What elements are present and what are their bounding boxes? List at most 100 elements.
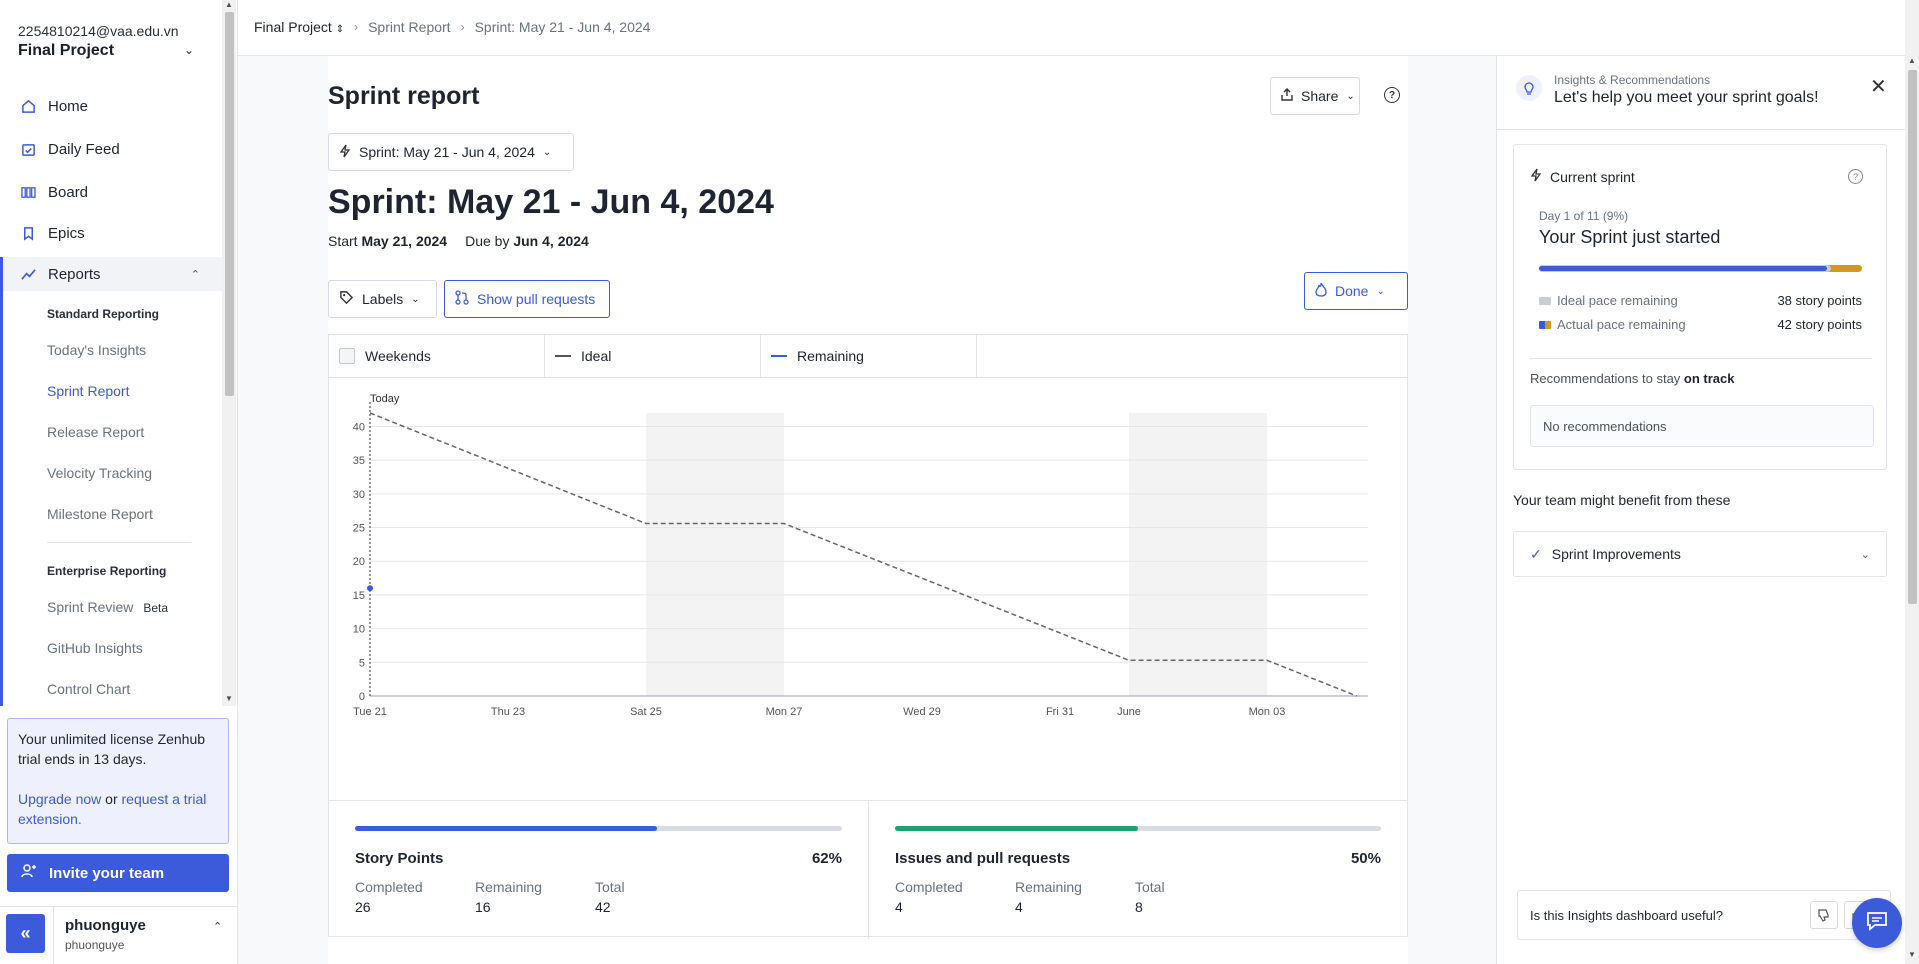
check-icon: ✓ <box>1530 545 1542 562</box>
progress-fill <box>355 826 657 831</box>
y-tick-label: 40 <box>353 421 365 433</box>
y-tick-label: 20 <box>353 556 365 568</box>
sidebar-item-control-chart[interactable]: Control Chart <box>47 681 130 697</box>
rec-title-emphasis: on track <box>1683 371 1735 386</box>
sidebar-item-label: Home <box>48 97 89 115</box>
sidebar-item-github-insights[interactable]: GitHub Insights <box>47 640 143 656</box>
sidebar-scrollbar[interactable]: ▲ ▼ <box>222 0 236 706</box>
current-sprint-title: Current sprint <box>1530 168 1635 185</box>
chevron-down-icon: ⌄ <box>411 293 420 305</box>
sidebar-item-todays-insights[interactable]: Today's Insights <box>47 342 146 358</box>
weekends-toggle[interactable]: Weekends <box>329 335 545 377</box>
sprint-heading: Sprint: May 21 - Jun 4, 2024 <box>328 183 774 221</box>
invite-label: Invite your team <box>49 864 165 882</box>
y-tick-label: 10 <box>353 624 365 636</box>
sidebar-item-board[interactable]: Board <box>0 175 222 209</box>
actual-pace-fill <box>1539 266 1827 271</box>
burndown-chart: 0 5 10 15 20 25 30 35 40 Tue 21 Thu 23 Sat 25 Mon 27… <box>353 393 1368 718</box>
lightbulb-icon <box>1515 74 1543 102</box>
sprint-select[interactable]: Sprint: May 21 - Jun 4, 2024 ⌄ <box>328 133 574 171</box>
chevron-down-icon[interactable]: ⌄ <box>184 43 194 57</box>
chevron-down-icon: ⌄ <box>1346 90 1355 102</box>
stat-label: Completed <box>355 879 423 895</box>
page-scrollbar-track <box>1905 0 1919 56</box>
feedback-question: Is this Insights dashboard useful? <box>1530 907 1723 923</box>
stat-value: 16 <box>475 899 491 915</box>
chevron-up-icon[interactable]: ⌃ <box>213 920 222 933</box>
remaining-label: Remaining <box>797 348 864 364</box>
divider <box>47 542 191 543</box>
stat-label: Total <box>595 879 625 895</box>
scroll-down-arrow-icon[interactable]: ▼ <box>1908 950 1916 959</box>
ideal-line-swatch <box>555 355 571 357</box>
invite-team-button[interactable]: Invite your team <box>7 854 229 892</box>
pace-bar <box>1539 265 1862 272</box>
sidebar-item-sprint-review[interactable]: Sprint Review Beta <box>47 599 168 615</box>
ideal-swatch <box>1539 296 1551 305</box>
breadcrumb-project[interactable]: Final Project ⇕ <box>254 19 344 35</box>
breadcrumb-project-label: Final Project <box>254 19 332 35</box>
sidebar-item-epics[interactable]: Epics <box>0 216 222 250</box>
y-tick-label: 35 <box>353 455 365 467</box>
sidebar-item-milestone-report[interactable]: Milestone Report <box>47 506 153 522</box>
trial-notice: Your unlimited license Zenhub trial ends… <box>7 718 229 844</box>
weekend-band <box>646 413 784 696</box>
sidebar-item-label: Daily Feed <box>48 140 120 158</box>
y-tick-label: 15 <box>353 590 365 602</box>
sidebar-item-sprint-report[interactable]: Sprint Report <box>47 383 129 399</box>
beta-badge: Beta <box>143 601 169 615</box>
weekends-checkbox[interactable] <box>339 348 355 364</box>
user-menu[interactable]: « phuonguye phuonguye ⌃ <box>0 906 238 964</box>
stat-value: 4 <box>895 899 903 915</box>
sidebar-item-velocity-tracking[interactable]: Velocity Tracking <box>47 465 152 481</box>
user-name: phuonguye <box>65 917 146 934</box>
stats-row: Story Points 62% Completed 26 Remaining 16 … <box>329 800 1407 939</box>
help-icon[interactable]: ? <box>1384 87 1400 103</box>
thumbs-down-icon[interactable] <box>1810 901 1838 929</box>
collapse-sidebar-button[interactable]: « <box>6 914 45 953</box>
labels-label: Labels <box>362 291 404 307</box>
stat-title: Issues and pull requests <box>895 850 1071 867</box>
chat-icon <box>1866 911 1888 936</box>
pull-request-icon <box>455 290 469 308</box>
sidebar-item-reports[interactable]: Reports ⌃ <box>0 257 222 291</box>
scrollbar-thumb[interactable] <box>1908 70 1917 604</box>
stat-percent: 50% <box>1350 850 1381 867</box>
sort-arrows-icon: ⇕ <box>335 24 345 35</box>
standard-reporting-heading: Standard Reporting <box>47 307 160 321</box>
sidebar-item-home[interactable]: Home <box>0 89 222 123</box>
sidebar-item-release-report[interactable]: Release Report <box>47 424 144 440</box>
y-tick-label: 5 <box>359 657 365 669</box>
done-filter-button[interactable]: Done ⌄ <box>1304 272 1408 310</box>
ideal-legend[interactable]: Ideal <box>545 335 761 377</box>
rec-title-text: Recommendations to stay <box>1530 371 1684 386</box>
sidebar: 2254810214@vaa.edu.vn Final Project ⌄ Ho… <box>0 0 238 964</box>
scroll-down-arrow-icon[interactable]: ▼ <box>225 694 233 703</box>
labels-filter-button[interactable]: Labels ⌄ <box>328 280 437 318</box>
help-icon[interactable]: ? <box>1848 169 1863 184</box>
share-icon <box>1281 88 1293 104</box>
project-switcher[interactable]: Final Project <box>18 42 114 60</box>
sidebar-item-daily-feed[interactable]: Daily Feed <box>0 132 222 166</box>
upgrade-link[interactable]: Upgrade now <box>18 791 101 807</box>
chat-button[interactable] <box>1852 898 1902 948</box>
close-icon[interactable]: ✕ <box>1870 74 1887 99</box>
breadcrumb-bar: Final Project ⇕ › Sprint Report › Sprint… <box>238 0 1919 56</box>
stat-label: Remaining <box>1015 879 1082 895</box>
scroll-up-arrow-icon[interactable]: ▲ <box>1908 56 1916 65</box>
issues-stat: Issues and pull requests 50% Completed 4 R… <box>868 801 1407 939</box>
stat-title: Story Points <box>355 850 444 867</box>
ideal-label: Ideal <box>581 348 612 364</box>
sprint-improvements-accordion[interactable]: ✓ Sprint Improvements ⌄ <box>1513 531 1887 577</box>
weekends-label: Weekends <box>365 348 431 364</box>
share-button[interactable]: Share ⌄ <box>1270 77 1360 115</box>
scrollbar-thumb[interactable] <box>225 12 234 396</box>
insights-scrollbar[interactable]: ▲ ▼ <box>1905 56 1919 964</box>
remaining-legend[interactable]: Remaining <box>761 335 977 377</box>
benefit-heading: Your team might benefit from these <box>1513 492 1731 508</box>
sprint-status-message: Your Sprint just started <box>1539 227 1721 247</box>
chevron-right-icon: › <box>354 20 359 34</box>
breadcrumb-section[interactable]: Sprint Report <box>368 19 450 35</box>
scroll-up-arrow-icon[interactable]: ▲ <box>225 0 233 9</box>
show-pull-requests-button[interactable]: Show pull requests <box>444 280 610 318</box>
